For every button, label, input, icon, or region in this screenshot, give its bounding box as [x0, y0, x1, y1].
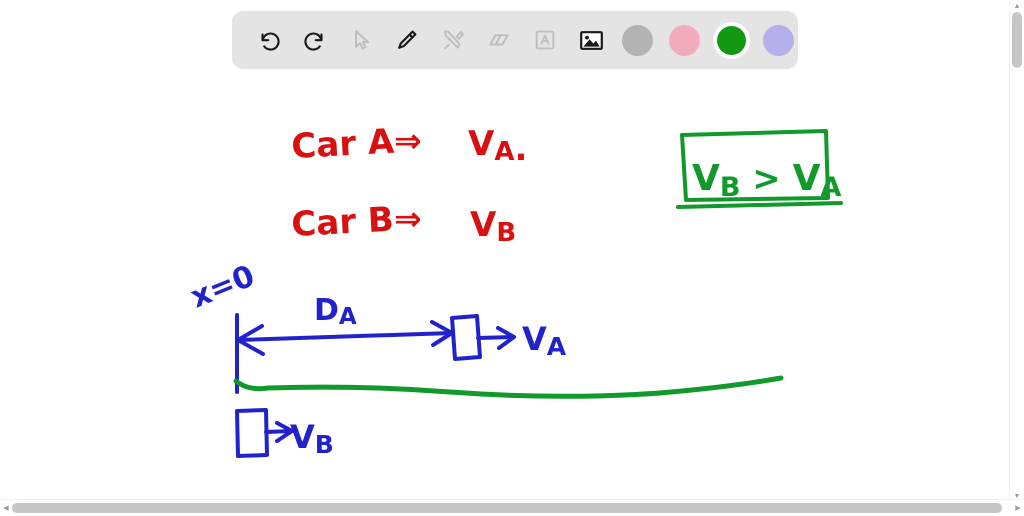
car-b-speed-label: VB	[470, 205, 516, 248]
car-b-label: Car B	[290, 200, 394, 245]
distance-arrow-line	[236, 331, 454, 342]
car-b-implies-icon: ⇒	[394, 199, 422, 238]
horizontal-scrollbar[interactable]: ◀ ▶	[0, 499, 1024, 516]
shapes-tool-button[interactable]	[430, 17, 476, 63]
car-a-implies-icon: ⇒	[394, 121, 422, 160]
pen-tool-button[interactable]	[384, 17, 430, 63]
undo-button[interactable]	[246, 17, 292, 63]
drawing-canvas[interactable]: Car A ⇒ VA. Car B ⇒ VB VB > VA x=0 DA VA…	[0, 0, 1010, 495]
vertical-scrollbar[interactable]: ▲ ▼	[1009, 0, 1024, 502]
grey-color-swatch	[622, 24, 653, 56]
select-tool-button[interactable]	[338, 17, 384, 63]
car-a-velocity-arrow	[476, 326, 516, 350]
color-swatch-purple-button[interactable]	[755, 17, 802, 63]
image-tool-button[interactable]	[568, 17, 614, 63]
redo-button[interactable]	[292, 17, 338, 63]
eraser-icon	[486, 27, 512, 53]
car-a-box-shape	[450, 314, 482, 361]
purple-color-swatch	[763, 24, 794, 56]
text-box-icon	[532, 27, 558, 53]
pink-color-swatch	[669, 24, 700, 56]
distance-a-label: DA	[314, 293, 357, 330]
image-icon	[578, 27, 605, 54]
drawing-toolbar[interactable]	[232, 11, 798, 69]
scroll-right-arrow-icon[interactable]: ▶	[1012, 500, 1024, 516]
car-b-box-shape	[235, 408, 269, 458]
road-line-shape	[233, 375, 784, 399]
cursor-icon	[348, 27, 374, 53]
color-swatch-green-button[interactable]	[708, 17, 755, 63]
scroll-left-arrow-icon[interactable]: ◀	[0, 500, 12, 516]
green-color-swatch	[717, 25, 746, 55]
car-b-velocity-arrow	[264, 421, 294, 443]
car-a-label: Car A	[290, 122, 395, 167]
text-tool-button[interactable]	[522, 17, 568, 63]
drawing-ink-layer: Car A ⇒ VA. Car B ⇒ VB VB > VA x=0 DA VA…	[186, 121, 843, 459]
result-underline-shape	[676, 201, 843, 209]
scroll-up-arrow-icon[interactable]: ▲	[1010, 0, 1024, 12]
horizontal-scrollbar-thumb[interactable]	[12, 503, 1002, 513]
red-ink-group: Car A ⇒ VA. Car B ⇒ VB	[290, 121, 527, 248]
redo-icon	[302, 27, 328, 53]
velocity-a-label: VA	[522, 320, 567, 361]
eraser-tool-button[interactable]	[476, 17, 522, 63]
color-swatch-pink-button[interactable]	[661, 17, 708, 63]
result-text: VB > VA	[692, 158, 842, 203]
color-swatch-grey-button[interactable]	[614, 17, 661, 63]
pencil-icon	[394, 27, 420, 53]
velocity-b-label: VB	[290, 418, 334, 459]
undo-icon	[256, 27, 282, 53]
vertical-scrollbar-thumb[interactable]	[1012, 12, 1022, 68]
car-a-speed-label: VA.	[468, 124, 527, 169]
origin-label-text: x=0	[186, 258, 260, 315]
tools-icon	[440, 27, 466, 53]
